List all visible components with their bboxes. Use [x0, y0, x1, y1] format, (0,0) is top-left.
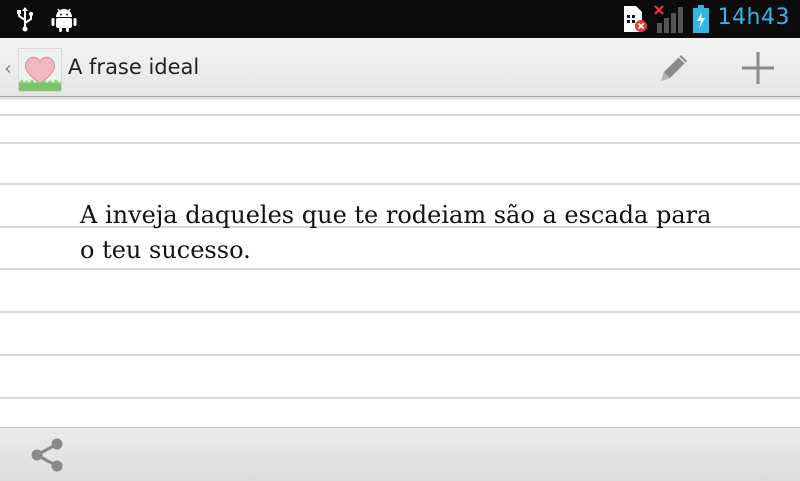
signal-no-service-icon	[654, 5, 688, 33]
share-icon	[31, 438, 63, 472]
note-paper: A inveja daqueles que te rodeiam são a e…	[0, 97, 800, 427]
status-bar: 14h43	[0, 0, 800, 38]
app-logo[interactable]	[18, 48, 62, 92]
up-chevron-icon[interactable]: ‹	[4, 56, 12, 80]
paper-line	[0, 397, 800, 399]
usb-icon	[14, 6, 36, 32]
page-title: A frase ideal	[68, 55, 200, 79]
quote-text: A inveja daqueles que te rodeiam são a e…	[80, 201, 712, 264]
paper-line	[0, 311, 800, 313]
clock: 14h43	[717, 5, 790, 30]
paper-line	[0, 183, 800, 185]
add-icon	[742, 52, 774, 84]
action-bar-shadow	[0, 96, 800, 102]
android-debug-icon	[50, 6, 78, 32]
action-bar: ‹ A frase ideal	[0, 38, 800, 97]
paper-line	[0, 114, 800, 116]
edit-button[interactable]	[654, 48, 694, 88]
paper-line	[0, 268, 800, 270]
bottom-bar	[0, 427, 800, 481]
paper-line	[0, 142, 800, 144]
edit-icon	[661, 55, 687, 81]
sim-missing-icon	[622, 6, 648, 32]
paper-line	[0, 354, 800, 356]
share-button[interactable]	[28, 436, 68, 474]
add-button[interactable]	[738, 48, 778, 88]
battery-charging-icon	[692, 5, 710, 33]
